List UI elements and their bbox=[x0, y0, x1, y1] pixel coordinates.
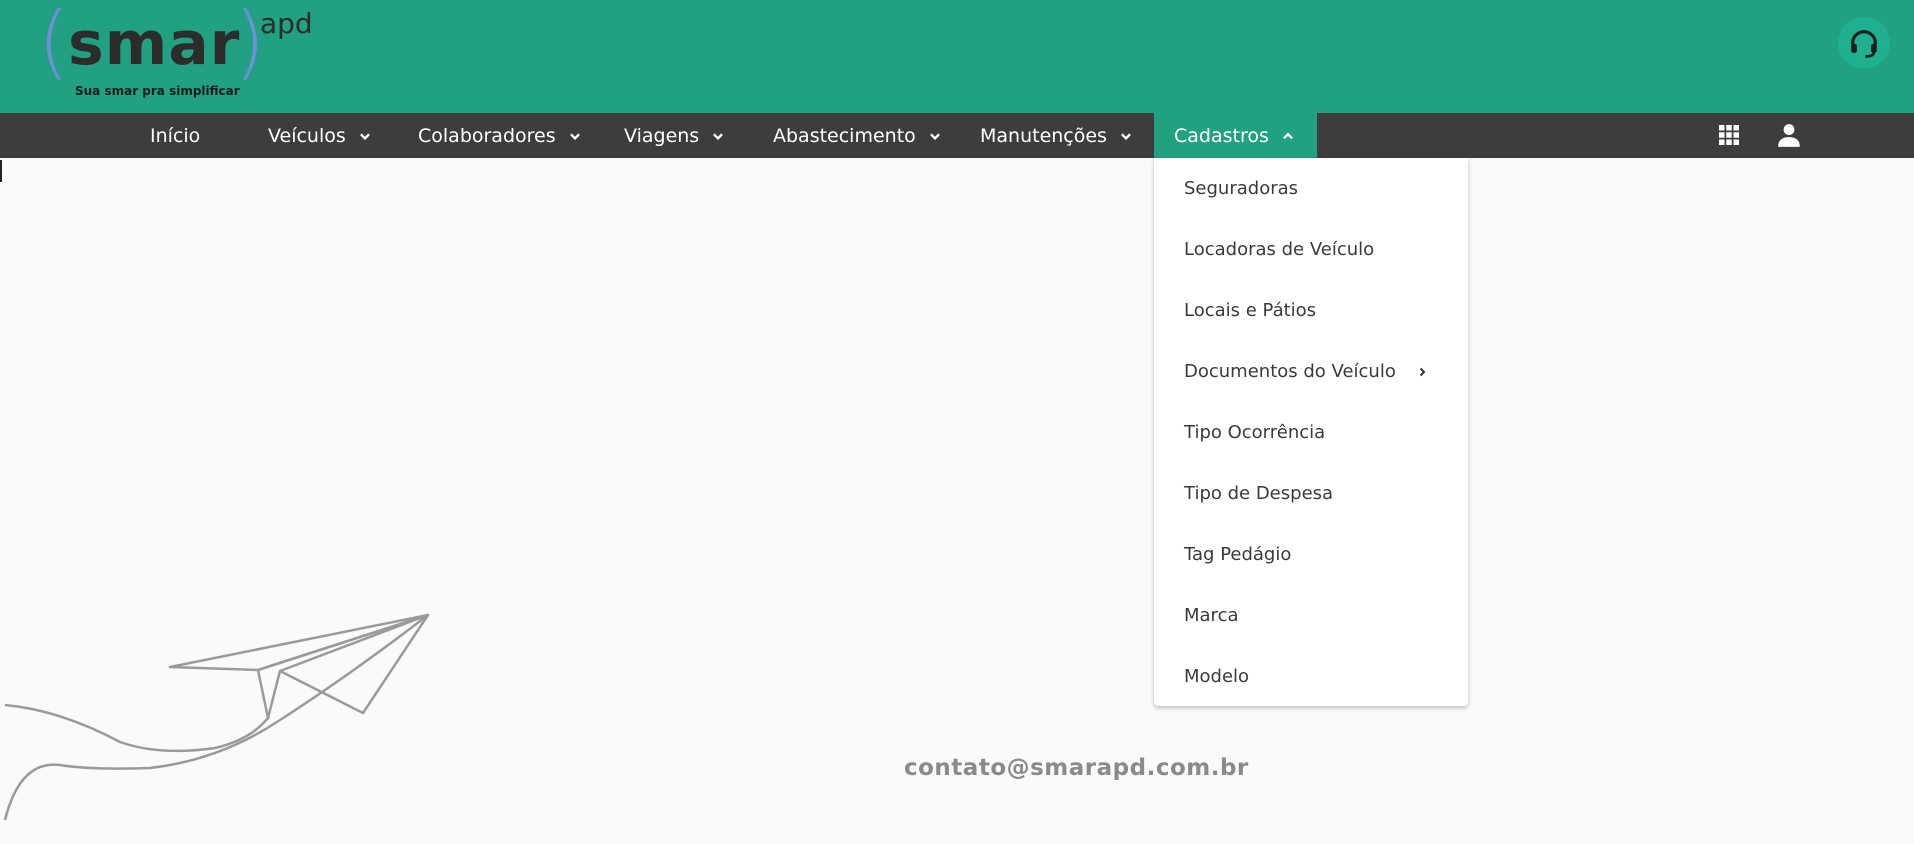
cadastros-dropdown-menu: Seguradoras Locadoras de Veículo Locais … bbox=[1154, 158, 1468, 706]
chevron-down-icon bbox=[358, 129, 372, 143]
nav-abastecimento[interactable]: Abastecimento bbox=[773, 113, 942, 158]
nav-label: Abastecimento bbox=[773, 124, 916, 147]
menu-item-label: Tipo Ocorrência bbox=[1184, 422, 1326, 443]
headset-icon bbox=[1851, 30, 1877, 58]
contact-email[interactable]: contato@smarapd.com.br bbox=[904, 755, 1249, 781]
smarapd-logo[interactable]: ( smar ) apd Sua smar pra simplificar bbox=[38, 2, 338, 104]
nav-label: Início bbox=[150, 124, 201, 147]
nav-label: Cadastros bbox=[1174, 124, 1269, 147]
menu-item-marca[interactable]: Marca bbox=[1154, 585, 1468, 646]
menu-item-tipo-de-despesa[interactable]: Tipo de Despesa bbox=[1154, 463, 1468, 524]
menu-item-label: Modelo bbox=[1184, 666, 1250, 687]
logo-tagline: Sua smar pra simplificar bbox=[75, 84, 240, 98]
support-button[interactable] bbox=[1838, 17, 1890, 69]
logo-word: smar bbox=[68, 9, 241, 79]
menu-item-label: Locais e Pátios bbox=[1184, 300, 1317, 321]
user-icon[interactable] bbox=[1775, 121, 1803, 149]
nav-manutencoes[interactable]: Manutenções bbox=[980, 113, 1133, 158]
chevron-up-icon bbox=[1281, 129, 1295, 143]
logo-suffix: apd bbox=[260, 7, 313, 40]
menu-item-seguradoras[interactable]: Seguradoras bbox=[1154, 158, 1468, 219]
main-navbar: Início Veículos Colaboradores Viagens Ab… bbox=[0, 113, 1914, 158]
menu-item-tipo-ocorrencia[interactable]: Tipo Ocorrência bbox=[1154, 402, 1468, 463]
nav-label: Colaboradores bbox=[418, 124, 556, 147]
nav-label: Manutenções bbox=[980, 124, 1107, 147]
app-header: ( smar ) apd Sua smar pra simplificar bbox=[0, 0, 1914, 113]
logo-left-paren: ( bbox=[38, 0, 70, 88]
text-caret bbox=[0, 160, 2, 182]
nav-inicio[interactable]: Início bbox=[150, 113, 200, 158]
nav-label: Veículos bbox=[268, 124, 346, 147]
menu-item-locadoras-de-veiculo[interactable]: Locadoras de Veículo bbox=[1154, 219, 1468, 280]
paper-plane-illustration bbox=[3, 613, 430, 821]
apps-grid-icon[interactable] bbox=[1715, 121, 1743, 149]
chevron-right-icon bbox=[1416, 366, 1428, 378]
chevron-down-icon bbox=[1119, 129, 1133, 143]
nav-veiculos[interactable]: Veículos bbox=[268, 113, 372, 158]
chevron-down-icon bbox=[711, 129, 725, 143]
menu-item-modelo[interactable]: Modelo bbox=[1154, 646, 1468, 707]
menu-item-label: Seguradoras bbox=[1184, 178, 1299, 199]
chevron-down-icon bbox=[568, 129, 582, 143]
nav-colaboradores[interactable]: Colaboradores bbox=[418, 113, 582, 158]
menu-item-label: Locadoras de Veículo bbox=[1184, 239, 1375, 260]
nav-cadastros[interactable]: Cadastros bbox=[1154, 113, 1317, 158]
menu-item-label: Marca bbox=[1184, 605, 1239, 626]
menu-item-documentos-do-veiculo[interactable]: Documentos do Veículo bbox=[1154, 341, 1468, 402]
menu-item-label: Tag Pedágio bbox=[1184, 544, 1292, 565]
nav-label: Viagens bbox=[624, 124, 700, 147]
menu-item-label: Documentos do Veículo bbox=[1184, 361, 1396, 382]
menu-item-locais-e-patios[interactable]: Locais e Pátios bbox=[1154, 280, 1468, 341]
chevron-down-icon bbox=[928, 129, 942, 143]
menu-item-tag-pedagio[interactable]: Tag Pedágio bbox=[1154, 524, 1468, 585]
menu-item-label: Tipo de Despesa bbox=[1184, 483, 1334, 504]
nav-viagens[interactable]: Viagens bbox=[624, 113, 725, 158]
